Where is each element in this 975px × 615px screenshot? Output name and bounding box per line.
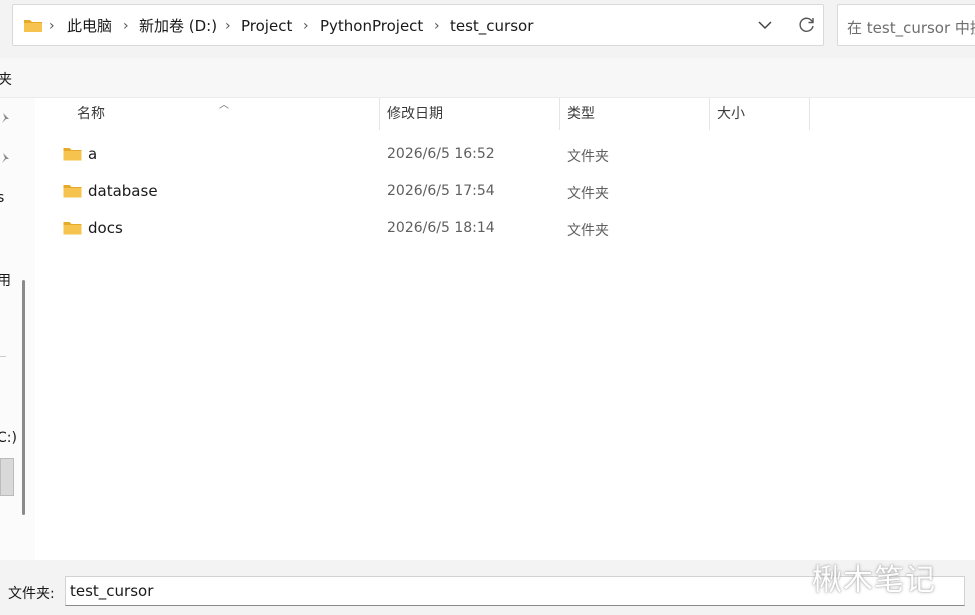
address-toolbar: › 此电脑 › 新加卷 (D:) › Project › PythonProje…: [0, 0, 975, 58]
folder-icon: [63, 185, 82, 198]
chevron-down-icon: [758, 21, 772, 30]
refresh-button[interactable]: [793, 13, 821, 37]
column-divider[interactable]: [559, 98, 560, 130]
search-placeholder: 在 test_cursor 中搜: [847, 19, 975, 37]
folder-icon: [63, 222, 82, 235]
breadcrumb-separator: ›: [123, 18, 129, 34]
breadcrumb-this-pc[interactable]: 此电脑: [67, 17, 112, 35]
column-divider[interactable]: [379, 98, 380, 130]
pin-icon: [2, 113, 9, 123]
file-modified: 2026/6/5 17:54: [387, 183, 495, 199]
command-strip: 夹: [0, 58, 975, 98]
file-modified: 2026/6/5 16:52: [387, 146, 495, 162]
breadcrumb-separator: ›: [225, 18, 231, 34]
pin-icon: [2, 153, 9, 163]
nav-scrollbar[interactable]: [22, 280, 25, 515]
breadcrumb-project[interactable]: Project: [241, 17, 292, 35]
column-header-size[interactable]: 大小: [717, 98, 745, 130]
search-box[interactable]: 在 test_cursor 中搜: [837, 4, 975, 46]
folder-name-value: test_cursor: [70, 582, 154, 600]
file-list: ︿ 名称 修改日期 类型 大小 a 2026/6/5 16:52 文件夹 dat…: [36, 98, 975, 560]
nav-item-label[interactable]: 用: [0, 270, 11, 290]
navigation-pane[interactable]: s 用 C:): [0, 98, 35, 560]
file-row[interactable]: database 2026/6/5 17:54 文件夹: [36, 173, 975, 209]
file-name: docs: [88, 219, 123, 237]
sort-up-icon: ︿: [219, 100, 229, 111]
file-row[interactable]: docs 2026/6/5 18:14 文件夹: [36, 210, 975, 246]
strip-label[interactable]: 夹: [0, 69, 12, 89]
column-divider[interactable]: [709, 98, 710, 130]
breadcrumb-separator: ›: [434, 18, 440, 34]
nav-item-label[interactable]: C:): [0, 430, 17, 446]
folder-label: 文件夹:: [8, 586, 55, 602]
refresh-icon: [799, 17, 814, 32]
breadcrumb-test-cursor[interactable]: test_cursor: [450, 17, 533, 35]
breadcrumb-separator: ›: [49, 18, 55, 34]
file-type: 文件夹: [567, 149, 609, 165]
file-type: 文件夹: [567, 186, 609, 202]
folder-icon: [63, 148, 82, 161]
column-header-modified[interactable]: 修改日期: [387, 98, 443, 130]
watermark: 楸木笔记: [812, 563, 936, 598]
file-type: 文件夹: [567, 223, 609, 239]
nav-item-label[interactable]: s: [0, 190, 4, 206]
column-divider[interactable]: [809, 98, 810, 130]
file-name: a: [88, 145, 98, 163]
address-bar[interactable]: › 此电脑 › 新加卷 (D:) › Project › PythonProje…: [12, 4, 824, 46]
breadcrumb-separator: ›: [303, 18, 309, 34]
column-header-type[interactable]: 类型: [567, 98, 595, 130]
folder-icon: [24, 20, 42, 32]
nav-selected-item[interactable]: [0, 458, 14, 496]
address-history-dropdown[interactable]: [751, 13, 779, 37]
file-row[interactable]: a 2026/6/5 16:52 文件夹: [36, 136, 975, 172]
column-header-name[interactable]: 名称: [77, 98, 105, 130]
file-name: database: [88, 182, 158, 200]
nav-divider: [0, 356, 6, 357]
file-modified: 2026/6/5 18:14: [387, 220, 495, 236]
breadcrumb-pythonproject[interactable]: PythonProject: [320, 17, 423, 35]
breadcrumb-drive-d[interactable]: 新加卷 (D:): [139, 17, 217, 35]
